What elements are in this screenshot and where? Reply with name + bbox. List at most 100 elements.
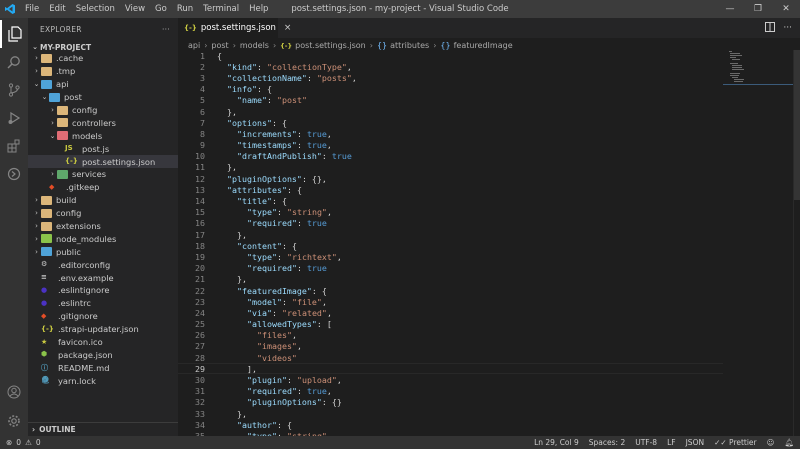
tree-file[interactable]: ★ favicon.ico	[28, 336, 178, 349]
split-editor-icon[interactable]	[765, 21, 776, 35]
menu-view[interactable]: View	[120, 0, 150, 18]
code-line[interactable]: 22 "featuredImage": {	[178, 285, 723, 296]
code-line[interactable]: 24 "via": "related",	[178, 307, 723, 318]
source-control-icon[interactable]	[0, 76, 28, 104]
language-mode[interactable]: JSON	[686, 438, 705, 447]
code-line[interactable]: 8 "increments": true,	[178, 128, 723, 139]
cursor-position[interactable]: Ln 29, Col 9	[534, 438, 579, 447]
scrollbar-thumb[interactable]	[794, 50, 800, 200]
minimize-icon[interactable]: —	[716, 0, 744, 18]
ellipsis-icon[interactable]: ···	[162, 25, 170, 34]
code-line[interactable]: 15 "type": "string",	[178, 207, 723, 218]
tree-folder[interactable]: › node_modules	[28, 232, 178, 245]
breadcrumb-item[interactable]: models	[240, 41, 269, 50]
code-line[interactable]: 33 },	[178, 408, 723, 419]
code-line[interactable]: 28 "videos"	[178, 352, 723, 363]
tree-folder[interactable]: › config	[28, 104, 178, 117]
breadcrumb-item[interactable]: {} featuredImage	[440, 41, 512, 50]
menu-help[interactable]: Help	[244, 0, 273, 18]
code-line[interactable]: 7 "options": {	[178, 117, 723, 128]
tree-folder[interactable]: › .cache	[28, 52, 178, 65]
tree-folder[interactable]: › controllers	[28, 116, 178, 129]
explorer-icon[interactable]	[0, 20, 28, 48]
code-line[interactable]: 9 "timestamps": true,	[178, 140, 723, 151]
tree-folder[interactable]: › build	[28, 194, 178, 207]
extensions-icon[interactable]	[0, 132, 28, 160]
tree-file[interactable]: ⓘ README.md	[28, 361, 178, 374]
code-line[interactable]: 27 "images",	[178, 341, 723, 352]
tree-file[interactable]: ● .eslintrc	[28, 297, 178, 310]
code-line[interactable]: 25 "allowedTypes": [	[178, 319, 723, 330]
tree-file[interactable]: 🧶︎ yarn.lock	[28, 374, 178, 387]
tree-folder[interactable]: ⌄ api	[28, 78, 178, 91]
tree-folder[interactable]: ⌄ models	[28, 129, 178, 142]
tree-folder[interactable]: › .tmp	[28, 65, 178, 78]
code-line[interactable]: 13 "attributes": {	[178, 184, 723, 195]
code-line[interactable]: 3 "collectionName": "posts",	[178, 72, 723, 83]
breadcrumb-item[interactable]: {-} post.settings.json	[280, 41, 366, 50]
code-line[interactable]: 21 },	[178, 274, 723, 285]
code-line[interactable]: 6 },	[178, 106, 723, 117]
code-line[interactable]: 34 "author": {	[178, 419, 723, 430]
code-line[interactable]: 2 "kind": "collectionType",	[178, 61, 723, 72]
menu-file[interactable]: File	[20, 0, 44, 18]
tree-folder[interactable]: › extensions	[28, 220, 178, 233]
notifications-bell-icon[interactable]: 🔔︎	[784, 438, 794, 447]
code-line[interactable]: 23 "model": "file",	[178, 296, 723, 307]
line-endings[interactable]: LF	[667, 438, 676, 447]
problems-indicator[interactable]: ⊗ 0 ⚠ 0	[0, 438, 41, 447]
code-line[interactable]: 11 },	[178, 162, 723, 173]
code-editor[interactable]: 1{2 "kind": "collectionType", 3 "collecti…	[178, 50, 723, 436]
tree-file[interactable]: {-} .strapi-updater.json	[28, 323, 178, 336]
tree-file[interactable]: ≡ .env.example	[28, 271, 178, 284]
code-line[interactable]: 10 "draftAndPublish": true	[178, 151, 723, 162]
tree-file[interactable]: ◆ .gitkeep	[28, 181, 178, 194]
code-line[interactable]: 32 "pluginOptions": {}	[178, 397, 723, 408]
code-line[interactable]: 16 "required": true	[178, 218, 723, 229]
settings-gear-icon[interactable]	[0, 407, 28, 435]
prettier-status[interactable]: ✓✓ Prettier	[714, 438, 757, 447]
remote-explorer-icon[interactable]	[0, 160, 28, 188]
tree-file[interactable]: ⬢ package.json	[28, 348, 178, 361]
code-line[interactable]: 31 "required": true,	[178, 386, 723, 397]
code-line[interactable]: 4 "info": {	[178, 84, 723, 95]
menu-selection[interactable]: Selection	[71, 0, 120, 18]
indentation[interactable]: Spaces: 2	[589, 438, 625, 447]
code-line[interactable]: 26 "files",	[178, 330, 723, 341]
tree-file[interactable]: {-} post.settings.json	[28, 155, 178, 169]
restore-icon[interactable]: ❐	[744, 0, 772, 18]
code-line[interactable]: 12 "pluginOptions": {},	[178, 173, 723, 184]
vertical-scrollbar[interactable]	[793, 50, 800, 436]
menu-terminal[interactable]: Terminal	[198, 0, 244, 18]
tree-folder[interactable]: ⌄ post	[28, 91, 178, 104]
more-actions-icon[interactable]: ···	[783, 23, 792, 33]
tree-folder[interactable]: › public	[28, 245, 178, 258]
tree-file[interactable]: ● .eslintignore	[28, 284, 178, 297]
code-line[interactable]: 19 "type": "richtext",	[178, 251, 723, 262]
breadcrumb-item[interactable]: api	[188, 41, 200, 50]
menu-run[interactable]: Run	[172, 0, 198, 18]
close-window-icon[interactable]: ✕	[772, 0, 800, 18]
tree-file[interactable]: ⚙ .editorconfig	[28, 258, 178, 271]
menu-go[interactable]: Go	[150, 0, 172, 18]
search-icon[interactable]	[0, 48, 28, 76]
tree-file[interactable]: ◆ .gitignore	[28, 310, 178, 323]
encoding[interactable]: UTF-8	[635, 438, 657, 447]
code-line[interactable]: 17 },	[178, 229, 723, 240]
tree-folder[interactable]: › services	[28, 168, 178, 181]
run-debug-icon[interactable]	[0, 104, 28, 132]
code-line[interactable]: 29 ],	[178, 363, 723, 375]
accounts-icon[interactable]	[0, 378, 28, 406]
tree-folder[interactable]: › config	[28, 207, 178, 220]
code-line[interactable]: 1{	[178, 50, 723, 61]
breadcrumb-item[interactable]: {} attributes	[377, 41, 429, 50]
tree-file[interactable]: JS post.js	[28, 142, 178, 155]
code-line[interactable]: 5 "name": "post"	[178, 95, 723, 106]
tab-post-settings-json[interactable]: {-} post.settings.json ×	[178, 18, 291, 38]
outline-section-header[interactable]: › OUTLINE	[28, 422, 178, 436]
minimap[interactable]	[723, 50, 793, 436]
feedback-icon[interactable]: ☺	[767, 438, 775, 447]
menu-edit[interactable]: Edit	[44, 0, 70, 18]
close-tab-icon[interactable]: ×	[284, 23, 292, 33]
code-line[interactable]: 30 "plugin": "upload",	[178, 374, 723, 385]
